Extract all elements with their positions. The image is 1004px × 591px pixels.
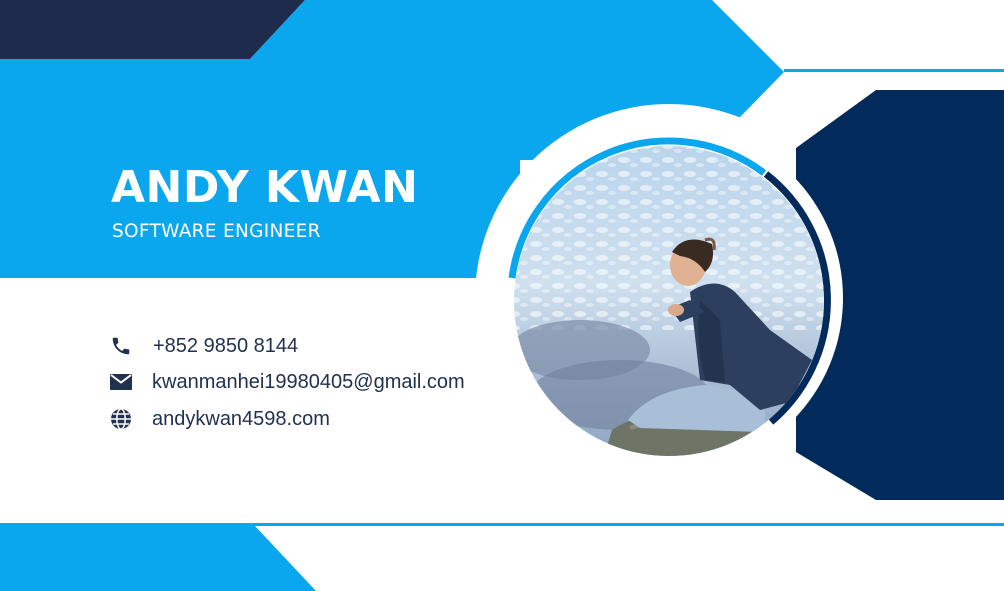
business-card: ANDY KWAN SOFTWARE ENGINEER +852 9850 81… — [0, 0, 1004, 591]
globe-icon — [108, 406, 134, 432]
profile-photo — [514, 146, 824, 456]
contact-phone: +852 9850 8144 — [108, 331, 298, 361]
phone-icon — [108, 333, 134, 359]
mail-icon — [108, 369, 134, 395]
email-address[interactable]: kwanmanhei19980405@gmail.com — [152, 371, 465, 394]
person-name: ANDY KWAN — [111, 162, 419, 213]
contact-website: andykwan4598.com — [108, 404, 330, 434]
phone-number[interactable]: +852 9850 8144 — [153, 335, 298, 358]
contact-email: kwanmanhei19980405@gmail.com — [108, 367, 465, 397]
job-title: SOFTWARE ENGINEER — [112, 221, 321, 242]
website-url[interactable]: andykwan4598.com — [152, 408, 330, 431]
